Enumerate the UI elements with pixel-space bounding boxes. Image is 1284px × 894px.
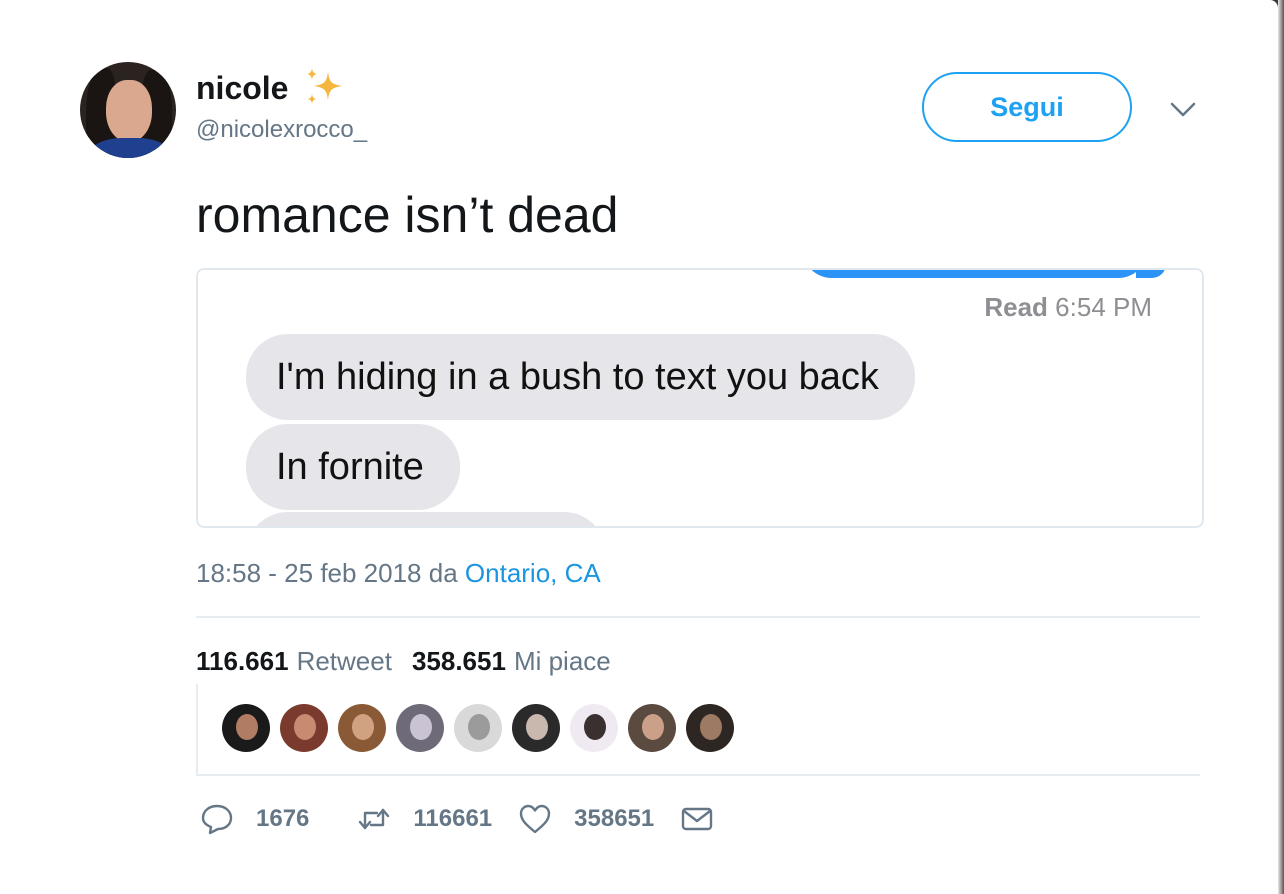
liker-avatar-face (352, 714, 374, 740)
heart-icon (519, 804, 551, 834)
liker-avatar[interactable] (222, 704, 270, 752)
likes-stat[interactable]: 358.651 Mi piace (412, 646, 611, 677)
sent-message-bubble (802, 270, 1148, 278)
liker-avatar-face (584, 714, 606, 740)
author-name-row: nicole (196, 68, 346, 108)
liker-avatar-face (468, 714, 490, 740)
like-count: 358651 (574, 805, 655, 832)
divider (196, 616, 1200, 618)
direct-message-action[interactable] (680, 802, 714, 836)
reply-action[interactable]: 1676 (200, 802, 309, 836)
liker-avatar[interactable] (396, 704, 444, 752)
liker-avatar-face (236, 714, 258, 740)
retweets-stat-label: Retweet (296, 646, 392, 676)
liker-avatar[interactable] (570, 704, 618, 752)
retweet-count: 116661 (413, 805, 493, 832)
received-message-bubble: I'm hiding in a bush to text you back (246, 334, 915, 420)
read-receipt: Read 6:54 PM (984, 292, 1152, 323)
received-message-bubble: In fornite (246, 424, 460, 510)
reply-icon (201, 804, 233, 835)
author-handle[interactable]: @nicolexrocco_ (196, 116, 367, 144)
liker-avatar[interactable] (338, 704, 386, 752)
avatar-shirt (90, 138, 170, 158)
liker-avatar-face (642, 714, 664, 740)
avatar-face (106, 80, 152, 142)
window-edge (1278, 0, 1284, 894)
likes-stat-count: 358.651 (411, 646, 506, 676)
liker-avatar-face (294, 714, 316, 740)
liker-avatar[interactable] (686, 704, 734, 752)
author-name[interactable]: nicole (196, 70, 288, 107)
tweet-media-image[interactable]: Read 6:54 PM I'm hiding in a bush to tex… (196, 268, 1204, 528)
read-label: Read (984, 292, 1048, 322)
tweet-card: nicole @nicolexrocco_ Segui romance isn’… (0, 0, 1278, 894)
liker-avatar-face (526, 714, 548, 740)
author-avatar[interactable] (80, 62, 176, 158)
like-action[interactable]: 358651 (518, 802, 654, 836)
tweet-stats: 116.661 Retweet 358.651 Mi piace (196, 646, 611, 677)
envelope-icon (682, 807, 713, 831)
tweet-text: romance isn’t dead (196, 187, 619, 243)
retweet-action[interactable]: 116661 (357, 802, 492, 836)
liker-avatar-face (700, 714, 722, 740)
tweet-location-link[interactable]: Ontario, CA (465, 558, 601, 588)
liker-avatar[interactable] (512, 704, 560, 752)
read-time: 6:54 PM (1055, 292, 1152, 322)
tweet-actions: 1676 116661 358651 (200, 802, 714, 836)
liker-avatar[interactable] (628, 704, 676, 752)
liker-avatar-face (410, 714, 432, 740)
likers-divider (196, 684, 198, 774)
tweet-metadata: 18:58 - 25 feb 2018 da Ontario, CA (196, 558, 601, 589)
tweet-timestamp: 18:58 - 25 feb 2018 da (196, 558, 458, 588)
likers-avatars (222, 704, 734, 752)
retweets-stat[interactable]: 116.661 Retweet (196, 646, 392, 677)
sent-message-tail (1136, 270, 1166, 278)
reply-count: 1676 (256, 805, 310, 832)
retweet-icon (359, 808, 390, 830)
likes-stat-label: Mi piace (513, 646, 611, 676)
retweets-stat-count: 116.661 (196, 646, 289, 676)
liker-avatar[interactable] (280, 704, 328, 752)
divider (196, 774, 1200, 776)
follow-button[interactable]: Segui (922, 72, 1132, 142)
sparkles-icon (307, 68, 343, 104)
liker-avatar[interactable] (454, 704, 502, 752)
received-message-bubble-cropped (246, 512, 606, 526)
chevron-down-icon[interactable] (1168, 94, 1198, 124)
